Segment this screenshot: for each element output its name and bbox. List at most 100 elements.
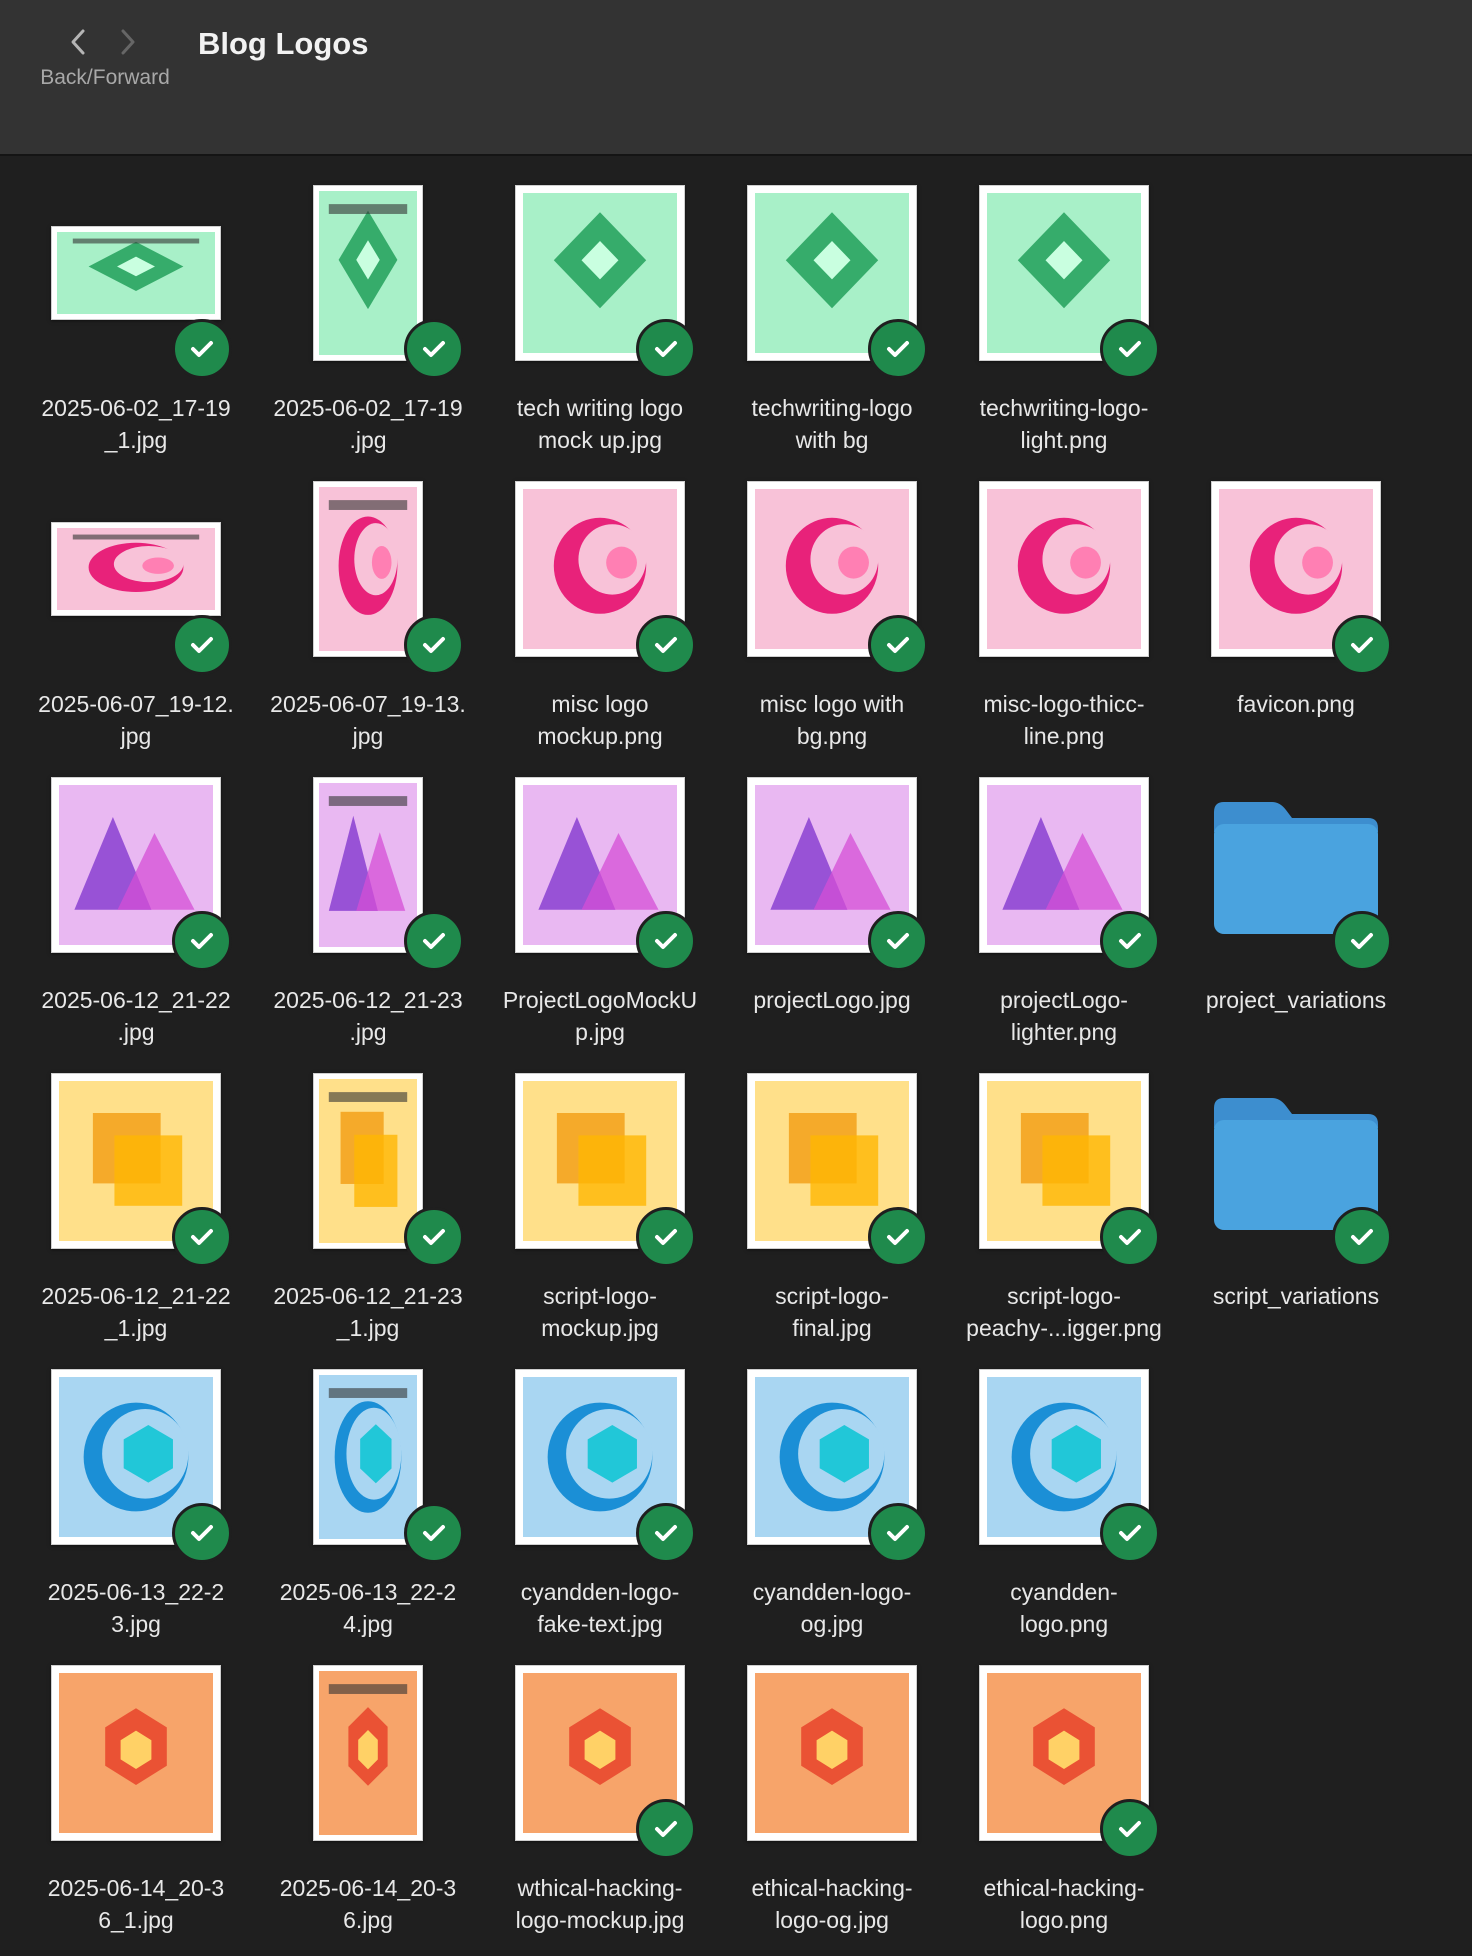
folder-item[interactable]: project_variations (1180, 772, 1412, 1068)
synced-check-icon (868, 615, 928, 675)
file-name: projectLogo.jpg (753, 987, 911, 1013)
file-name: misc logo mockup.png (537, 691, 663, 749)
image-thumbnail (51, 522, 221, 616)
thumbnail-area (747, 1665, 917, 1841)
file-item[interactable]: misc-logo-thicc- line.png (948, 476, 1180, 772)
file-name: techwriting-logo- light.png (979, 395, 1149, 453)
file-item[interactable]: projectLogo.jpg (716, 772, 948, 1068)
file-name: projectLogo- lighter.png (1000, 987, 1128, 1045)
file-name: wthical-hacking- logo-mockup.jpg (515, 1875, 685, 1933)
file-item[interactable]: ethical-hacking- logo-og.jpg (716, 1660, 948, 1956)
file-name: 2025-06-13_22-2 3.jpg (47, 1579, 225, 1637)
back-button[interactable] (58, 22, 98, 62)
synced-check-icon (1332, 615, 1392, 675)
chevron-right-icon (121, 29, 135, 55)
image-thumbnail (979, 481, 1149, 657)
file-item[interactable]: misc logo with bg.png (716, 476, 948, 772)
synced-check-icon (1100, 319, 1160, 379)
file-name: 2025-06-12_21-23 _1.jpg (273, 1283, 463, 1341)
folder-item[interactable]: script_variations (1180, 1068, 1412, 1364)
file-item[interactable]: 2025-06-13_22-2 4.jpg (252, 1364, 484, 1660)
file-name: 2025-06-12_21-23 .jpg (273, 987, 463, 1045)
synced-check-icon (172, 319, 232, 379)
file-name: script-logo- final.jpg (775, 1283, 889, 1341)
thumbnail-area (51, 1665, 221, 1841)
file-item[interactable]: tech writing logo mock up.jpg (484, 180, 716, 476)
file-name: 2025-06-02_17-19 _1.jpg (41, 395, 231, 453)
file-item[interactable]: script-logo- peachy-...igger.png (948, 1068, 1180, 1364)
file-item[interactable]: cyandden-logo- og.jpg (716, 1364, 948, 1660)
file-name: 2025-06-12_21-22 .jpg (41, 987, 231, 1045)
file-name: ethical-hacking- logo.png (983, 1875, 1145, 1933)
file-name: script_variations (1212, 1283, 1380, 1309)
file-item[interactable]: 2025-06-14_20-3 6_1.jpg (20, 1660, 252, 1956)
file-name: favicon.png (1237, 691, 1355, 717)
file-name: 2025-06-14_20-3 6_1.jpg (47, 1875, 225, 1933)
file-name: techwriting-logo with bg (751, 395, 913, 453)
image-thumbnail (313, 1665, 423, 1841)
file-item[interactable]: 2025-06-12_21-22 .jpg (20, 772, 252, 1068)
file-name: 2025-06-13_22-2 4.jpg (279, 1579, 457, 1637)
file-name: 2025-06-07_19-12. jpg (38, 691, 234, 749)
file-name: script-logo- mockup.jpg (541, 1283, 659, 1341)
synced-check-icon (172, 1207, 232, 1267)
synced-check-icon (1100, 1799, 1160, 1859)
file-item[interactable]: script-logo- final.jpg (716, 1068, 948, 1364)
file-item[interactable]: 2025-06-07_19-12. jpg (20, 476, 252, 772)
file-item[interactable]: favicon.png (1180, 476, 1412, 772)
file-item[interactable]: 2025-06-14_20-3 6.jpg (252, 1660, 484, 1956)
file-item[interactable]: 2025-06-13_22-2 3.jpg (20, 1364, 252, 1660)
synced-check-icon (1100, 1503, 1160, 1563)
file-name: misc logo with bg.png (759, 691, 905, 749)
synced-check-icon (636, 615, 696, 675)
file-item[interactable]: 2025-06-02_17-19 _1.jpg (20, 180, 252, 476)
synced-check-icon (404, 911, 464, 971)
file-name: ProjectLogoMockU p.jpg (502, 987, 698, 1045)
file-name: misc-logo-thicc- line.png (983, 691, 1145, 749)
file-item[interactable]: ProjectLogoMockU p.jpg (484, 772, 716, 1068)
file-name: ethical-hacking- logo-og.jpg (751, 1875, 913, 1933)
file-item[interactable]: 2025-06-12_21-23 _1.jpg (252, 1068, 484, 1364)
synced-check-icon (1332, 911, 1392, 971)
back-forward-control: Back/Forward (30, 20, 180, 92)
file-item[interactable]: cyandden-logo- fake-text.jpg (484, 1364, 716, 1660)
image-thumbnail (51, 1665, 221, 1841)
forward-button[interactable] (108, 22, 148, 62)
synced-check-icon (172, 911, 232, 971)
synced-check-icon (868, 1503, 928, 1563)
synced-check-icon (636, 319, 696, 379)
file-item[interactable]: techwriting-logo with bg (716, 180, 948, 476)
file-item[interactable]: wthical-hacking- logo-mockup.jpg (484, 1660, 716, 1956)
file-item[interactable]: 2025-06-12_21-22 _1.jpg (20, 1068, 252, 1364)
file-item[interactable]: 2025-06-12_21-23 .jpg (252, 772, 484, 1068)
synced-check-icon (172, 1503, 232, 1563)
synced-check-icon (868, 1207, 928, 1267)
image-thumbnail (747, 1665, 917, 1841)
thumbnail-area (979, 481, 1149, 657)
synced-check-icon (636, 1799, 696, 1859)
synced-check-icon (1332, 1207, 1392, 1267)
chevron-left-icon (71, 29, 85, 55)
window-title: Blog Logos (198, 26, 369, 61)
thumbnail-area (283, 1665, 453, 1841)
file-grid: 2025-06-02_17-19 _1.jpg 2025-06-02_17-19 … (20, 180, 1412, 1956)
file-item[interactable]: techwriting-logo- light.png (948, 180, 1180, 476)
file-item[interactable]: 2025-06-02_17-19 .jpg (252, 180, 484, 476)
file-item[interactable]: ethical-hacking- logo.png (948, 1660, 1180, 1956)
synced-check-icon (404, 319, 464, 379)
file-item[interactable]: cyandden- logo.png (948, 1364, 1180, 1660)
file-name: 2025-06-07_19-13. jpg (270, 691, 466, 749)
synced-check-icon (868, 319, 928, 379)
file-name: 2025-06-02_17-19 .jpg (273, 395, 463, 453)
file-item[interactable]: projectLogo- lighter.png (948, 772, 1180, 1068)
file-item[interactable]: misc logo mockup.png (484, 476, 716, 772)
synced-check-icon (1100, 911, 1160, 971)
file-item[interactable]: 2025-06-07_19-13. jpg (252, 476, 484, 772)
synced-check-icon (172, 615, 232, 675)
file-item[interactable]: script-logo- mockup.jpg (484, 1068, 716, 1364)
file-name: 2025-06-14_20-3 6.jpg (279, 1875, 457, 1933)
file-name: cyandden-logo- fake-text.jpg (520, 1579, 680, 1637)
file-name: tech writing logo mock up.jpg (516, 395, 684, 453)
synced-check-icon (1100, 1207, 1160, 1267)
file-name: cyandden- logo.png (1010, 1579, 1118, 1637)
